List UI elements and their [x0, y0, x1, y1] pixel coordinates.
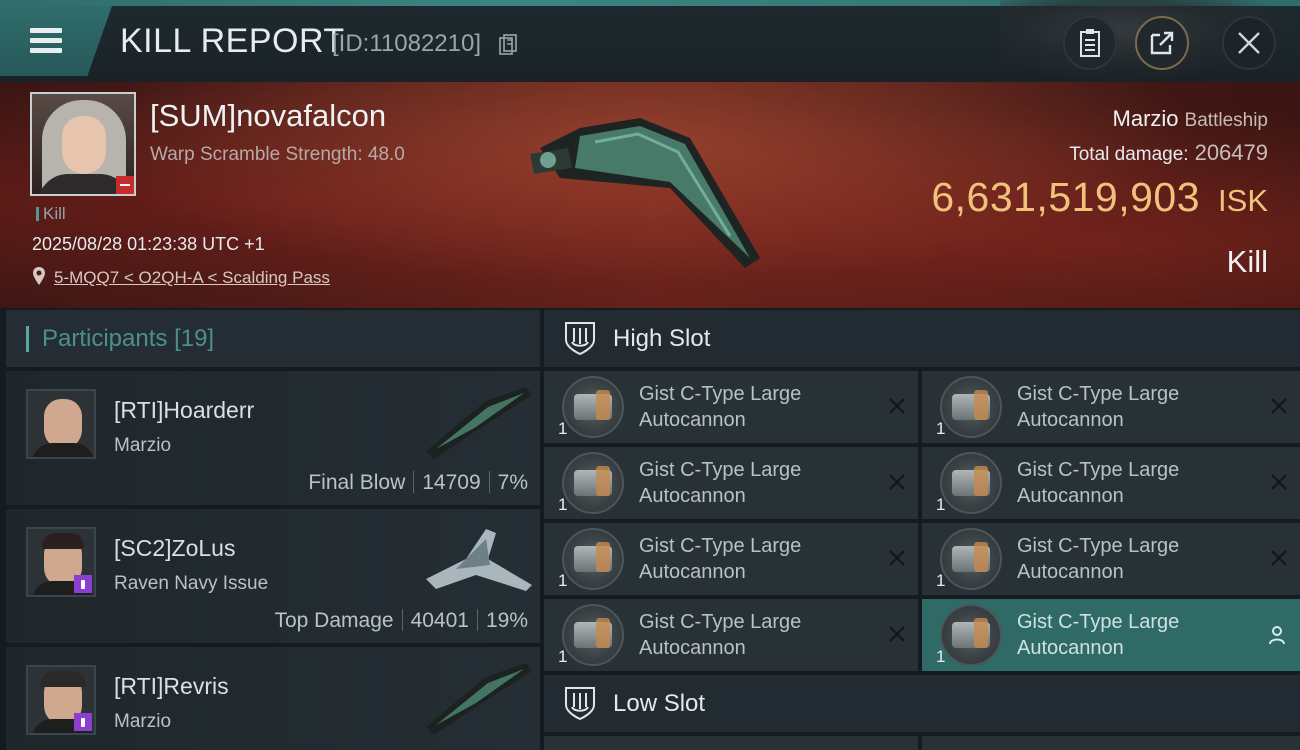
total-damage: Total damage: 206479: [1069, 140, 1268, 165]
copy-icon[interactable]: [499, 34, 517, 56]
module-icon: [562, 452, 624, 514]
member-badge-icon: [74, 575, 92, 593]
warp-scramble-strength: Warp Scramble Strength: 48.0: [150, 144, 405, 165]
destroyed-x-icon: [889, 550, 905, 566]
module-name: Gist C-Type Large Autocannon: [1017, 535, 1180, 583]
avatar: [26, 389, 96, 459]
low-slot-grid: [544, 736, 1300, 750]
shield-slot-icon: [565, 687, 595, 721]
destroyed-x-icon: [1271, 398, 1287, 414]
corp-badge: [116, 176, 134, 194]
participants-header: Participants [19]: [6, 310, 540, 367]
participant-ship: Marzio: [114, 711, 172, 732]
kill-datetime: 2025/08/28 01:23:38 UTC +1: [32, 234, 265, 254]
location-pin-icon: [33, 267, 45, 285]
participant-name: [SC2]ZoLus: [114, 535, 236, 561]
participant-ship: Marzio: [114, 435, 172, 456]
victim-ship: Marzio Battleship: [1112, 106, 1268, 131]
module-slot[interactable]: 1 Gist C-Type Large Autocannon: [922, 523, 1300, 595]
victim-name[interactable]: [SUM]novafalcon: [150, 98, 386, 134]
participant-ship-image: [426, 529, 532, 591]
isk-value: 6,631,519,903 ISK: [931, 174, 1268, 220]
module-icon: [940, 376, 1002, 438]
victim-ship-image[interactable]: [520, 108, 780, 278]
low-slot-header: Low Slot: [544, 675, 1300, 732]
destroyed-x-icon: [889, 474, 905, 490]
close-button[interactable]: [1222, 16, 1276, 70]
module-icon: [940, 528, 1002, 590]
module-icon: [940, 604, 1002, 666]
high-slot-grid: 1 Gist C-Type Large Autocannon 1 Gist C-T…: [544, 371, 1300, 671]
participant-name: [RTI]Hoarderr: [114, 397, 255, 423]
clipboard-icon: [1080, 29, 1100, 57]
fitting-panel: High Slot 1 Gist C-Type Large Autocannon …: [544, 310, 1300, 750]
participant-ship-image: [426, 663, 532, 735]
module-name: Gist C-Type Large Autocannon: [1017, 459, 1180, 507]
avatar: [26, 527, 96, 597]
participant-name: [RTI]Revris: [114, 673, 229, 699]
participants-panel: Participants [19] [RTI]Hoarderr Marzio F…: [6, 310, 540, 750]
module-slot[interactable]: 1 Gist C-Type Large Autocannon: [544, 447, 918, 519]
participant-ship-image: [426, 387, 532, 459]
module-slot[interactable]: 1 Gist C-Type Large Autocannon: [544, 371, 918, 443]
module-name: Gist C-Type Large Autocannon: [639, 383, 802, 431]
module-name: Gist C-Type Large Autocannon: [639, 611, 802, 659]
top-bar: KILL REPORT [ID:11082210]: [0, 0, 1300, 82]
module-icon: [562, 528, 624, 590]
module-icon: [562, 376, 624, 438]
close-icon: [1238, 32, 1260, 54]
kill-status: Kill: [1226, 244, 1268, 279]
report-id: [ID:11082210]: [332, 30, 482, 57]
kill-tag: Kill: [36, 204, 66, 224]
share-icon: [1150, 31, 1174, 55]
module-slot-dropped[interactable]: 1 Gist C-Type Large Autocannon: [922, 599, 1300, 671]
module-slot[interactable]: 1 Gist C-Type Large Autocannon: [544, 599, 918, 671]
hamburger-menu-icon: [30, 28, 62, 33]
clipboard-button[interactable]: [1063, 16, 1117, 70]
participant-row[interactable]: [RTI]Revris Marzio: [6, 647, 540, 750]
module-icon: [940, 452, 1002, 514]
participant-stats: Final Blow 14709 7%: [308, 471, 528, 494]
module-name: Gist C-Type Large Autocannon: [1017, 383, 1180, 431]
module-slot[interactable]: 1 Gist C-Type Large Autocannon: [544, 523, 918, 595]
participant-row[interactable]: [SC2]ZoLus Raven Navy Issue Top Damage 40…: [6, 509, 540, 643]
avatar: [26, 665, 96, 735]
pilot-icon: [1269, 626, 1285, 645]
menu-button[interactable]: [0, 6, 112, 76]
module-name: Gist C-Type Large Autocannon: [639, 459, 802, 507]
victim-banner: [SUM]novafalcon Warp Scramble Strength: …: [0, 82, 1300, 308]
module-slot[interactable]: [922, 736, 1300, 750]
participant-stats: Top Damage 40401 19%: [274, 609, 528, 632]
module-slot[interactable]: 1 Gist C-Type Large Autocannon: [922, 371, 1300, 443]
module-slot[interactable]: [544, 736, 918, 750]
destroyed-x-icon: [1271, 550, 1287, 566]
module-name: Gist C-Type Large Autocannon: [1017, 611, 1180, 659]
destroyed-x-icon: [889, 626, 905, 642]
participant-ship: Raven Navy Issue: [114, 573, 269, 594]
member-badge-icon: [74, 713, 92, 731]
module-name: Gist C-Type Large Autocannon: [639, 535, 802, 583]
module-icon: [562, 604, 624, 666]
participant-row[interactable]: [RTI]Hoarderr Marzio Final Blow 14709 7%: [6, 371, 540, 505]
page-title: KILL REPORT: [120, 22, 345, 60]
location-link[interactable]: 5-MQQ7 < O2QH-A < Scalding Pass: [54, 268, 330, 288]
share-button[interactable]: [1135, 16, 1189, 70]
shield-slot-icon: [565, 322, 595, 356]
high-slot-header: High Slot: [544, 310, 1300, 367]
destroyed-x-icon: [1271, 474, 1287, 490]
module-slot[interactable]: 1 Gist C-Type Large Autocannon: [922, 447, 1300, 519]
destroyed-x-icon: [889, 398, 905, 414]
